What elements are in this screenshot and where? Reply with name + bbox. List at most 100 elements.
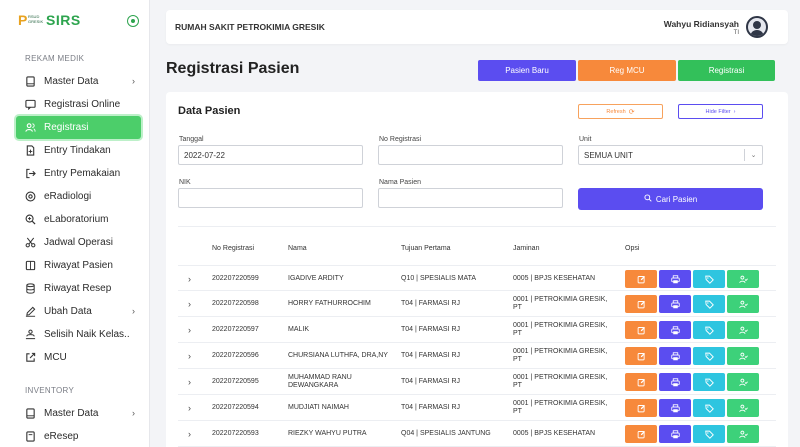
edit-button[interactable]	[625, 425, 657, 443]
header-tujuan-pertama: Tujuan Pertama	[401, 245, 451, 252]
unit-select[interactable]: SEMUA UNIT ⌄	[578, 145, 763, 165]
tag-icon	[704, 352, 714, 361]
sidebar-item-eresep[interactable]: eResep	[16, 425, 141, 447]
sidebar-item-registrasi[interactable]: Registrasi	[16, 116, 141, 139]
edit-button[interactable]	[625, 373, 657, 391]
hide-filter-button[interactable]: Hide Filter ›	[678, 104, 763, 119]
nama-pasien-label: Nama Pasien	[379, 179, 422, 186]
user-check-button[interactable]	[727, 399, 759, 417]
sidebar-item-entry-pemakaian[interactable]: Entry Pemakaian	[16, 162, 141, 185]
user-check-button[interactable]	[727, 321, 759, 339]
avatar[interactable]	[746, 16, 768, 38]
cell-tujuan-pertama: T04 | FARMASI RJ	[401, 326, 460, 333]
cell-tujuan-pertama: T04 | FARMASI RJ	[401, 300, 460, 307]
user-check-icon	[738, 326, 748, 335]
tag-icon	[704, 378, 714, 387]
table-row: › 202207220596 CHURSIANA LUTHFA, DRA,NY T04…	[178, 343, 776, 369]
sidebar-item-eradiologi[interactable]: eRadiologi	[16, 185, 141, 208]
users-icon	[25, 122, 36, 133]
printer-icon	[670, 429, 680, 439]
printer-button[interactable]	[659, 321, 691, 339]
user-role: TI	[733, 30, 739, 36]
edit-button[interactable]	[625, 270, 657, 288]
edit-button[interactable]	[625, 347, 657, 365]
sidebar-item-entry-tindakan[interactable]: Entry Tindakan	[16, 139, 141, 162]
sidebar-item-master-data[interactable]: Master Data ›	[16, 70, 141, 93]
sidebar-item-registrasi-online[interactable]: Registrasi Online	[16, 93, 141, 116]
printer-button[interactable]	[659, 399, 691, 417]
expand-row-icon[interactable]: ›	[188, 274, 191, 284]
sidebar-item-label: Selisih Naik Kelas..	[44, 329, 130, 340]
tag-button[interactable]	[693, 399, 725, 417]
sidebar-item-inventory-master-data[interactable]: Master Data ›	[16, 402, 141, 425]
tag-button[interactable]	[693, 373, 725, 391]
user-check-button[interactable]	[727, 295, 759, 313]
user-check-button[interactable]	[727, 425, 759, 443]
expand-row-icon[interactable]: ›	[188, 377, 191, 387]
printer-button[interactable]	[659, 270, 691, 288]
expand-row-icon[interactable]: ›	[188, 299, 191, 309]
tag-button[interactable]	[693, 295, 725, 313]
sidebar-item-elaboratorium[interactable]: eLaboratorium	[16, 208, 141, 231]
edit-button[interactable]	[625, 399, 657, 417]
pasien-baru-button[interactable]: Pasien Baru	[478, 60, 576, 81]
edit-button[interactable]	[625, 321, 657, 339]
sidebar-item-mcu[interactable]: MCU	[16, 346, 141, 369]
no-registrasi-input[interactable]	[378, 145, 563, 165]
cell-tujuan-pertama: Q04 | SPESIALIS JANTUNG	[401, 430, 491, 437]
chevron-right-icon: ›	[733, 108, 736, 115]
user-check-icon	[738, 378, 748, 387]
chevron-down-icon: ⌄	[744, 149, 762, 161]
tag-button[interactable]	[693, 321, 725, 339]
user-check-button[interactable]	[727, 373, 759, 391]
edit-button[interactable]	[625, 295, 657, 313]
tag-button[interactable]	[693, 270, 725, 288]
nama-pasien-input[interactable]	[378, 188, 563, 208]
cell-jaminan: 0005 | BPJS KESEHATAN	[513, 275, 596, 282]
user-name[interactable]: Wahyu Ridiansyah	[664, 19, 739, 29]
sidebar-item-jadwal-operasi[interactable]: Jadwal Operasi	[16, 231, 141, 254]
tag-button[interactable]	[693, 347, 725, 365]
edit-icon	[637, 378, 646, 387]
nik-input[interactable]	[178, 188, 363, 208]
refresh-button[interactable]: Refresh ⟳	[578, 104, 663, 119]
printer-button[interactable]	[659, 425, 691, 443]
registrasi-button[interactable]: Registrasi	[678, 60, 775, 81]
user-check-button[interactable]	[727, 270, 759, 288]
monitor-icon	[25, 408, 36, 419]
sidebar: P RSUD GRESIK SIRS REKAM MEDIK Master Da…	[0, 0, 150, 447]
tag-icon	[704, 404, 714, 413]
printer-button[interactable]	[659, 295, 691, 313]
tanggal-input[interactable]: 2022-07-22	[178, 145, 363, 165]
section-label-inventory: INVENTORY	[25, 386, 75, 395]
expand-row-icon[interactable]: ›	[188, 351, 191, 361]
sidebar-item-riwayat-resep[interactable]: Riwayat Resep	[16, 277, 141, 300]
section-label-rekam-medik: REKAM MEDIK	[25, 54, 85, 63]
sidebar-item-selisih-naik-kelas[interactable]: Selisih Naik Kelas..	[16, 323, 141, 346]
expand-row-icon[interactable]: ›	[188, 325, 191, 335]
sidebar-toggle-icon[interactable]	[127, 15, 139, 27]
cell-jaminan: 0001 | PETROKIMIA GRESIK, PT	[513, 296, 608, 311]
user-check-button[interactable]	[727, 347, 759, 365]
database-icon	[25, 283, 36, 294]
printer-button[interactable]	[659, 373, 691, 391]
sidebar-item-label: Registrasi Online	[44, 99, 121, 110]
expand-row-icon[interactable]: ›	[188, 429, 191, 439]
nik-label: NIK	[179, 179, 191, 186]
sidebar-item-ubah-data[interactable]: Ubah Data ›	[16, 300, 141, 323]
cell-jaminan: 0001 | PETROKIMIA GRESIK, PT	[513, 374, 608, 389]
sidebar-item-label: Master Data	[44, 76, 99, 87]
sidebar-item-riwayat-pasien[interactable]: Riwayat Pasien	[16, 254, 141, 277]
expand-row-icon[interactable]: ›	[188, 403, 191, 413]
chevron-right-icon: ›	[132, 306, 135, 316]
reg-mcu-button[interactable]: Reg MCU	[578, 60, 676, 81]
sidebar-item-label: eRadiologi	[44, 191, 92, 202]
table-row: › 202207220598 HORRY FATHURROCHIM T04 | FAR…	[178, 291, 776, 317]
tag-button[interactable]	[693, 425, 725, 443]
table-row: › 202207220599 IGADIVE ARDITY Q10 | SPESIAL…	[178, 265, 776, 291]
brand[interactable]: P RSUD GRESIK SIRS	[18, 12, 81, 28]
cell-tujuan-pertama: T04 | FARMASI RJ	[401, 352, 460, 359]
tag-icon	[704, 275, 714, 284]
printer-button[interactable]	[659, 347, 691, 365]
cari-pasien-button[interactable]: Cari Pasien	[578, 188, 763, 210]
